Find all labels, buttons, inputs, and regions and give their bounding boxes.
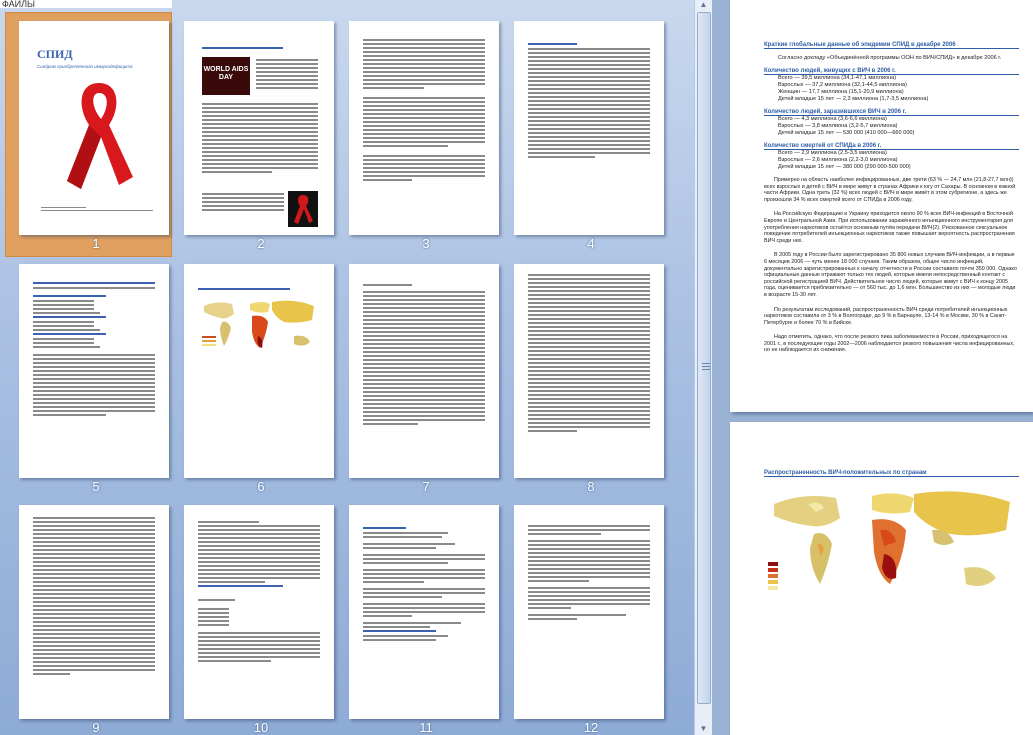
section-line: Детей младше 15 лет — 2,3 миллиона (1,7-… (778, 96, 929, 102)
page-number: 11 (419, 720, 433, 735)
page-thumbnail-11[interactable]: 11 (336, 497, 501, 735)
section-line: Взрослых — 2,6 миллиона (2,2-3,0 миллион… (778, 157, 898, 163)
preview-paragraph: По результатам исследований, распростран… (764, 306, 1008, 326)
page-preview-pane[interactable]: Краткие глобальные данные об эпидемии СП… (712, 0, 1033, 735)
section-title: Количество людей, живущих с ВИЧ в 2006 г… (764, 68, 1019, 75)
page-thumbnail-5[interactable]: 5 (6, 256, 171, 499)
page-number: 3 (422, 236, 430, 251)
page-thumbnail-8[interactable]: 8 (501, 256, 666, 499)
thumbnail-pane[interactable]: ФАЙЛЫ СПИД Синдром приобретённого иммуно… (0, 0, 694, 735)
page-number: 6 (257, 479, 265, 494)
scroll-up-icon[interactable]: ▲ (695, 0, 712, 10)
preview-heading: Распространенность ВИЧ-положительных по … (764, 470, 1019, 477)
preview-paragraph: На Российскую Федерацию и Украину приход… (764, 211, 1015, 244)
page-thumbnail-3[interactable]: 3 (336, 13, 501, 256)
page-thumbnail-1[interactable]: СПИД Синдром приобретённого иммунодефици… (5, 12, 172, 257)
preview-paragraph: В 2005 году в России было зарегистрирова… (764, 252, 1017, 298)
page-thumbnail-7[interactable]: 7 (336, 256, 501, 499)
section-line: Всего — 39,5 миллиона (34,1-47,1 миллион… (778, 75, 897, 81)
preview-page-1: Краткие глобальные данные об эпидемии СП… (730, 0, 1033, 412)
page-number: 12 (583, 720, 599, 735)
page-thumbnail-9[interactable]: 9 (6, 497, 171, 735)
world-hiv-map-icon (768, 491, 1010, 590)
page-number: 4 (587, 236, 595, 251)
page-thumbnail-12[interactable]: 12 (501, 497, 666, 735)
section-title: Количество людей, заразившихся ВИЧ в 200… (764, 109, 1019, 116)
scroll-down-icon[interactable]: ▼ (695, 724, 712, 734)
page-number: 9 (92, 720, 100, 735)
page-thumbnail-2[interactable]: WORLD AIDS DAY 2 (171, 13, 336, 256)
section-line: Женщин — 17,7 миллиона (15,1-20,9 миллио… (778, 89, 904, 95)
world-map-icon (202, 300, 314, 348)
preview-paragraph: Надо отметить, однако, что после резкого… (764, 334, 1015, 354)
section-line: Детей младше 15 лет — 380 000 (290 000-5… (778, 164, 911, 170)
preview-page-2: Распространенность ВИЧ-положительных по … (730, 422, 1033, 735)
page-thumbnail-6[interactable]: 6 (171, 256, 336, 499)
page-number: 10 (253, 720, 269, 735)
page-thumbnail-10[interactable]: 10 (171, 497, 336, 735)
page-thumbnail-4[interactable]: 4 (501, 13, 666, 256)
word-window: ФАЙЛЫ СПИД Синдром приобретённого иммуно… (0, 0, 1033, 735)
thumb-subtitle: Синдром приобретённого иммунодефицита (37, 64, 133, 69)
section-line: Взрослых — 3,8 миллиона (3,2-5,7 миллион… (778, 123, 898, 129)
window-title-fragment: ФАЙЛЫ (0, 0, 172, 8)
section-title: Количество смертей от СПИДа в 2006 г. (764, 143, 1019, 150)
thumbnail-scrollbar[interactable]: ▲ ▼ (694, 0, 712, 735)
preview-intro: Согласно докладу «Объединённой программы… (778, 55, 1002, 61)
page-number: 2 (257, 236, 265, 251)
page-number: 8 (587, 479, 595, 494)
section-line: Всего — 2,9 миллиона (2,5-3,5 миллиона) (778, 150, 887, 156)
scrollbar-thumb[interactable] (697, 12, 711, 704)
world-aids-day-image: WORLD AIDS DAY (202, 57, 250, 95)
section-line: Всего — 4,3 миллиона (3,6-6,6 миллиона) (778, 116, 887, 122)
thumb-title: СПИД (37, 47, 73, 61)
page-number: 5 (92, 479, 100, 494)
section-line: Детей младше 15 лет — 530 000 (410 000—6… (778, 130, 915, 136)
preview-paragraph: Примерно на область наиболее инфицирован… (764, 177, 1016, 203)
red-ribbon-icon (67, 83, 133, 189)
red-ribbon-icon (288, 191, 318, 227)
preview-heading: Краткие глобальные данные об эпидемии СП… (764, 42, 1019, 49)
page-number: 1 (92, 236, 100, 251)
page-number: 7 (422, 479, 430, 494)
section-line: Взрослых — 37,2 миллиона (32,1-44,5 милл… (778, 82, 907, 88)
